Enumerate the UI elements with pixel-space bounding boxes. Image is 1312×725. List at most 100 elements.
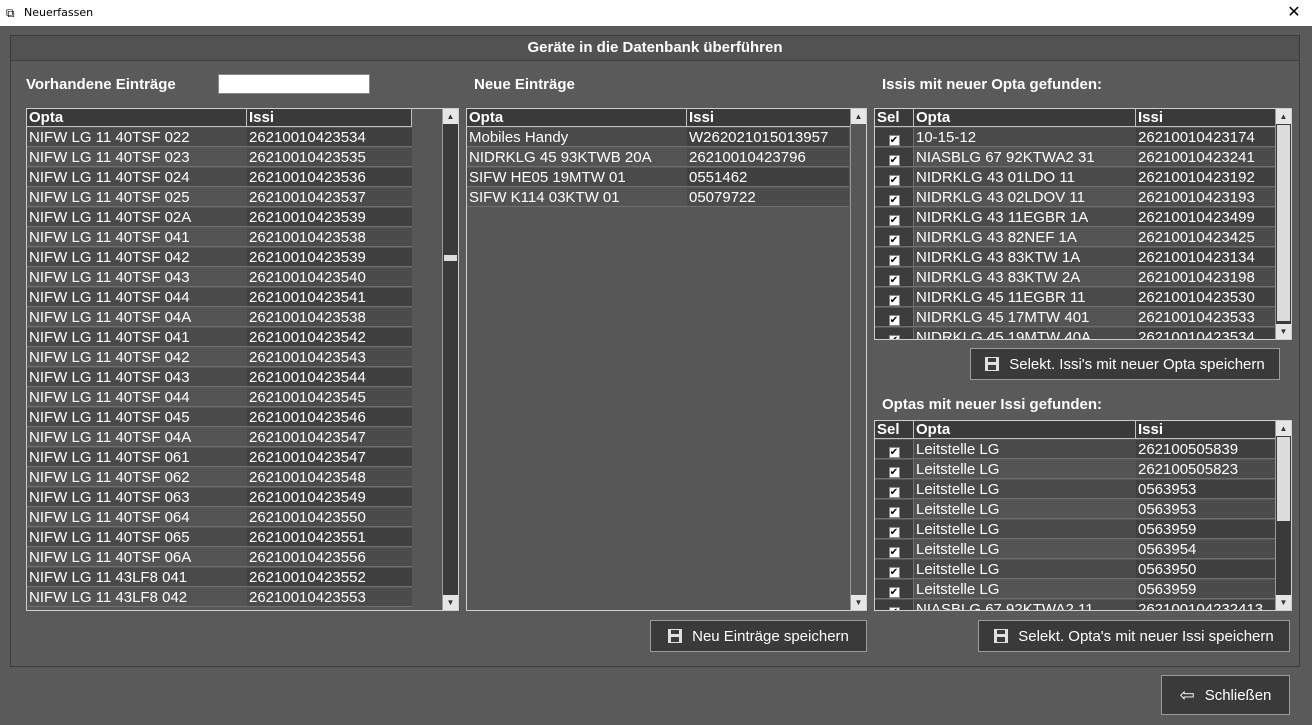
scroll-up-icon[interactable]: ▲	[1276, 421, 1291, 436]
row-select-checkbox[interactable]: ✔	[875, 188, 914, 207]
table-row[interactable]: ✔ NIDRKLG 45 17MTW 401 26210010423533	[875, 308, 1291, 328]
table-row[interactable]: NIFW LG 11 40TSF 041 26210010423542	[27, 328, 458, 348]
table-row[interactable]: Mobiles Handy W262021015013957	[467, 128, 866, 148]
table-row[interactable]: NIFW LG 11 40TSF 045 26210010423546	[27, 408, 458, 428]
table-row[interactable]: ✔ NIDRKLG 43 02LDOV 11 26210010423193	[875, 188, 1291, 208]
scroll-down-icon[interactable]: ▼	[443, 595, 458, 610]
row-select-checkbox[interactable]: ✔	[875, 560, 914, 579]
checkbox-checked-icon[interactable]: ✔	[888, 275, 900, 286]
checkbox-checked-icon[interactable]: ✔	[888, 587, 900, 598]
new-entries-grid[interactable]: Opta Issi Mobiles Handy W262021015013957 N…	[466, 108, 867, 611]
checkbox-checked-icon[interactable]: ✔	[888, 175, 900, 186]
checkbox-checked-icon[interactable]: ✔	[888, 547, 900, 558]
scrollbar[interactable]: ▲ ▼	[1275, 421, 1291, 610]
table-row[interactable]: NIFW LG 11 40TSF 06A 26210010423556	[27, 548, 458, 568]
checkbox-checked-icon[interactable]: ✔	[888, 155, 900, 166]
table-row[interactable]: NIFW LG 11 40TSF 065 26210010423551	[27, 528, 458, 548]
checkbox-checked-icon[interactable]: ✔	[888, 487, 900, 498]
scroll-thumb[interactable]	[1277, 437, 1290, 521]
row-select-checkbox[interactable]: ✔	[875, 480, 914, 499]
table-row[interactable]: NIFW LG 11 40TSF 063 26210010423549	[27, 488, 458, 508]
col-sel[interactable]: Sel	[875, 421, 914, 439]
table-row[interactable]: NIFW LG 11 40TSF 044 26210010423541	[27, 288, 458, 308]
checkbox-checked-icon[interactable]: ✔	[888, 315, 900, 326]
table-row[interactable]: ✔ Leitstelle LG 0563959	[875, 580, 1291, 600]
table-row[interactable]: NIFW LG 11 40TSF 04A 26210010423538	[27, 308, 458, 328]
table-row[interactable]: NIFW LG 11 40TSF 023 26210010423535	[27, 148, 458, 168]
table-row[interactable]: ✔ NIDRKLG 43 82NEF 1A 26210010423425	[875, 228, 1291, 248]
table-row[interactable]: NIFW LG 11 40TSF 04A 26210010423547	[27, 428, 458, 448]
checkbox-checked-icon[interactable]: ✔	[888, 527, 900, 538]
table-row[interactable]: SIFW HE05 19MTW 01 0551462	[467, 168, 866, 188]
col-issi[interactable]: Issi	[247, 109, 412, 127]
row-select-checkbox[interactable]: ✔	[875, 308, 914, 327]
checkbox-checked-icon[interactable]: ✔	[888, 447, 900, 458]
save-issis-new-opta-button[interactable]: Selekt. Issi's mit neuer Opta speichern	[970, 348, 1280, 380]
table-row[interactable]: NIFW LG 11 40TSF 041 26210010423538	[27, 228, 458, 248]
scroll-down-icon[interactable]: ▼	[1276, 324, 1291, 339]
close-button[interactable]: ⇦ Schließen	[1161, 675, 1290, 715]
scrollbar[interactable]: ▲ ▼	[442, 109, 458, 610]
table-row[interactable]: NIFW LG 11 40TSF 025 26210010423537	[27, 188, 458, 208]
table-row[interactable]: ✔ Leitstelle LG 262100505839	[875, 440, 1291, 460]
table-row[interactable]: NIFW LG 11 40TSF 062 26210010423548	[27, 468, 458, 488]
existing-grid[interactable]: Opta Issi NIFW LG 11 40TSF 022 2621001042…	[26, 108, 459, 611]
col-issi[interactable]: Issi	[1136, 109, 1276, 127]
scroll-up-icon[interactable]: ▲	[1276, 109, 1291, 124]
table-row[interactable]: ✔ Leitstelle LG 0563953	[875, 500, 1291, 520]
checkbox-checked-icon[interactable]: ✔	[888, 567, 900, 578]
checkbox-checked-icon[interactable]: ✔	[888, 215, 900, 226]
scrollbar[interactable]: ▲ ▼	[850, 109, 866, 610]
table-row[interactable]: NIFW LG 11 43LF8 042 26210010423553	[27, 588, 458, 608]
checkbox-checked-icon[interactable]: ✔	[888, 335, 900, 339]
checkbox-checked-icon[interactable]: ✔	[888, 467, 900, 478]
checkbox-checked-icon[interactable]: ✔	[888, 195, 900, 206]
save-new-entries-button[interactable]: Neu Einträge speichern	[650, 620, 867, 652]
table-row[interactable]: ✔ Leitstelle LG 0563950	[875, 560, 1291, 580]
scroll-down-icon[interactable]: ▼	[1276, 595, 1291, 610]
scroll-up-icon[interactable]: ▲	[851, 109, 866, 124]
row-select-checkbox[interactable]: ✔	[875, 440, 914, 459]
table-row[interactable]: NIFW LG 11 40TSF 022 26210010423534	[27, 128, 458, 148]
row-select-checkbox[interactable]: ✔	[875, 600, 914, 610]
table-row[interactable]: NIFW LG 11 43LF8 041 26210010423552	[27, 568, 458, 588]
col-opta[interactable]: Opta	[914, 109, 1136, 127]
row-select-checkbox[interactable]: ✔	[875, 520, 914, 539]
row-select-checkbox[interactable]: ✔	[875, 208, 914, 227]
optas-new-issi-grid[interactable]: Sel Opta Issi ✔ Leitstelle LG 262100505839…	[874, 420, 1292, 611]
table-row[interactable]: NIFW LG 11 40TSF 024 26210010423536	[27, 168, 458, 188]
checkbox-checked-icon[interactable]: ✔	[888, 607, 900, 610]
scrollbar[interactable]: ▲ ▼	[1275, 109, 1291, 339]
checkbox-checked-icon[interactable]: ✔	[888, 235, 900, 246]
checkbox-checked-icon[interactable]: ✔	[888, 295, 900, 306]
table-row[interactable]: SIFW K114 03KTW 01 05079722	[467, 188, 866, 208]
table-row[interactable]: NIFW LG 11 40TSF 02A 26210010423539	[27, 208, 458, 228]
row-select-checkbox[interactable]: ✔	[875, 540, 914, 559]
table-row[interactable]: ✔ NIDRKLG 45 11EGBR 11 26210010423530	[875, 288, 1291, 308]
table-row[interactable]: NIFW LG 11 40TSF 061 26210010423547	[27, 448, 458, 468]
scroll-up-icon[interactable]: ▲	[443, 109, 458, 124]
table-row[interactable]: NIFW LG 11 40TSF 064 26210010423550	[27, 508, 458, 528]
row-select-checkbox[interactable]: ✔	[875, 460, 914, 479]
scroll-thumb[interactable]	[444, 255, 457, 261]
col-issi[interactable]: Issi	[1136, 421, 1276, 439]
table-row[interactable]: ✔ NIASBLG 67 92KTWA2 11262100104232413	[875, 600, 1291, 610]
col-opta[interactable]: Opta	[467, 109, 687, 127]
table-row[interactable]: NIFW LG 11 40TSF 042 26210010423543	[27, 348, 458, 368]
table-row[interactable]: ✔ NIASBLG 67 92KTWA2 31 26210010423241	[875, 148, 1291, 168]
table-row[interactable]: NIFW LG 11 40TSF 042 26210010423539	[27, 248, 458, 268]
table-row[interactable]: ✔ 10-15-12 26210010423174	[875, 128, 1291, 148]
row-select-checkbox[interactable]: ✔	[875, 328, 914, 339]
checkbox-checked-icon[interactable]: ✔	[888, 507, 900, 518]
col-opta[interactable]: Opta	[27, 109, 247, 127]
table-row[interactable]: ✔ Leitstelle LG 0563959	[875, 520, 1291, 540]
table-row[interactable]: ✔ NIDRKLG 43 83KTW 1A 26210010423134	[875, 248, 1291, 268]
checkbox-checked-icon[interactable]: ✔	[888, 255, 900, 266]
scroll-thumb[interactable]	[1277, 125, 1290, 321]
close-icon[interactable]: ✕	[1276, 0, 1312, 26]
row-select-checkbox[interactable]: ✔	[875, 148, 914, 167]
row-select-checkbox[interactable]: ✔	[875, 168, 914, 187]
scroll-down-icon[interactable]: ▼	[851, 595, 866, 610]
save-optas-new-issi-button[interactable]: Selekt. Opta's mit neuer Issi speichern	[978, 620, 1290, 652]
issis-new-opta-grid[interactable]: Sel Opta Issi ✔ 10-15-12 26210010423174 ✔ NI…	[874, 108, 1292, 340]
